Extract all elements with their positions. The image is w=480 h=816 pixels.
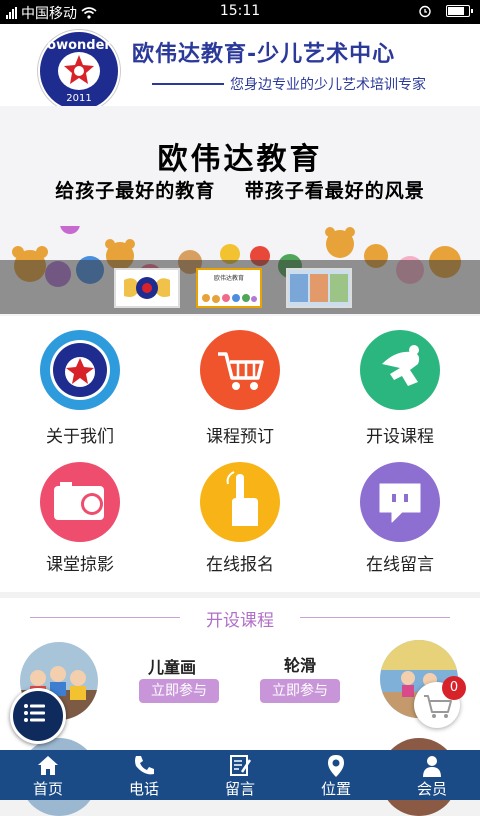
feature-label: 在线报名 [206,555,274,575]
alarm-icon [419,5,431,18]
divider [152,83,224,85]
list-menu-icon [24,704,45,722]
cart-count-badge: 0 [442,676,466,700]
feature-online-signup[interactable]: 在线报名 [160,454,320,592]
message-icon [230,755,252,776]
page-subtitle: 您身边专业的少儿艺术培训专家 [230,77,426,93]
banner-thumbnail-active[interactable]: 欧伟达教育 [196,268,262,308]
feature-label: 关于我们 [46,427,114,447]
bottom-tab-bar: 首页 电话 留言 位置 会员 [0,750,480,800]
feature-course-booking[interactable]: 课程预订 [160,316,320,454]
brand-logo: owonder 2011 [38,30,120,112]
tab-label: 会员 [416,780,447,798]
feature-label: 开设课程 [366,427,434,447]
about-logo-icon [40,330,120,410]
divider [300,617,450,618]
banner-slogan: 给孩子最好的教育 带孩子看最好的风景 [55,180,425,202]
courses-section: 开设课程 儿童画 立即参与 轮滑 立即参与 [0,598,480,816]
battery-icon [446,5,473,17]
section-title: 开设课程 [206,611,274,631]
cart-icon [200,330,280,410]
status-bar: 中国移动 15:11 [0,0,480,24]
join-button-kids-drawing[interactable]: 立即参与 [139,679,219,703]
logo-year: 2011 [66,93,92,104]
tab-phone[interactable]: 电话 [96,750,192,800]
feature-class-gallery[interactable]: 课堂掠影 [0,454,160,592]
tab-label: 留言 [224,780,255,798]
page-title: 欧伟达教育-少儿艺术中心 [132,42,396,67]
tap-icon [200,462,280,542]
banner-thumbnail[interactable] [114,268,180,308]
clock: 15:11 [219,3,261,19]
join-button-roller-skating[interactable]: 立即参与 [260,679,340,703]
tab-message[interactable]: 留言 [192,750,288,800]
chat-icon [360,462,440,542]
tab-label: 电话 [128,780,159,798]
tab-member[interactable]: 会员 [384,750,480,800]
thumbnail-caption: 欧伟达教育 [213,275,244,282]
phone-icon [135,756,154,775]
skater-icon [360,330,440,410]
tab-label: 位置 [320,780,351,798]
section-header: 开设课程 [0,606,480,631]
home-icon [38,756,58,775]
feature-grid: 关于我们 课程预订 开设课程 课堂掠影 在线报名 在线留言 [0,316,480,592]
location-icon [328,755,344,777]
banner-thumbnail[interactable] [286,268,352,308]
logo-text: owonder [47,38,111,53]
floating-menu-button[interactable] [10,688,66,744]
tab-home[interactable]: 首页 [0,750,96,800]
tab-label: 首页 [32,780,63,798]
feature-online-message[interactable]: 在线留言 [320,454,480,592]
course-name: 轮滑 [283,656,316,675]
feature-label: 课程预订 [206,427,274,447]
logo-star-icon [64,55,94,84]
hero-banner[interactable]: 欧伟达教育 给孩子最好的教育 带孩子看最好的风景 欧伟达教育 [0,106,480,316]
camera-icon [40,462,120,542]
banner-thumbnail-strip: 欧伟达教育 [0,260,480,314]
feature-courses[interactable]: 开设课程 [320,316,480,454]
banner-title: 欧伟达教育 [157,142,323,177]
feature-label: 课堂掠影 [46,555,114,575]
member-icon [423,756,441,777]
feature-label: 在线留言 [366,555,434,575]
course-name: 儿童画 [147,658,196,677]
tab-location[interactable]: 位置 [288,750,384,800]
app-header: owonder 2011 欧伟达教育-少儿艺术中心 您身边专业的少儿艺术培训专家 [0,24,480,112]
feature-about-us[interactable]: 关于我们 [0,316,160,454]
